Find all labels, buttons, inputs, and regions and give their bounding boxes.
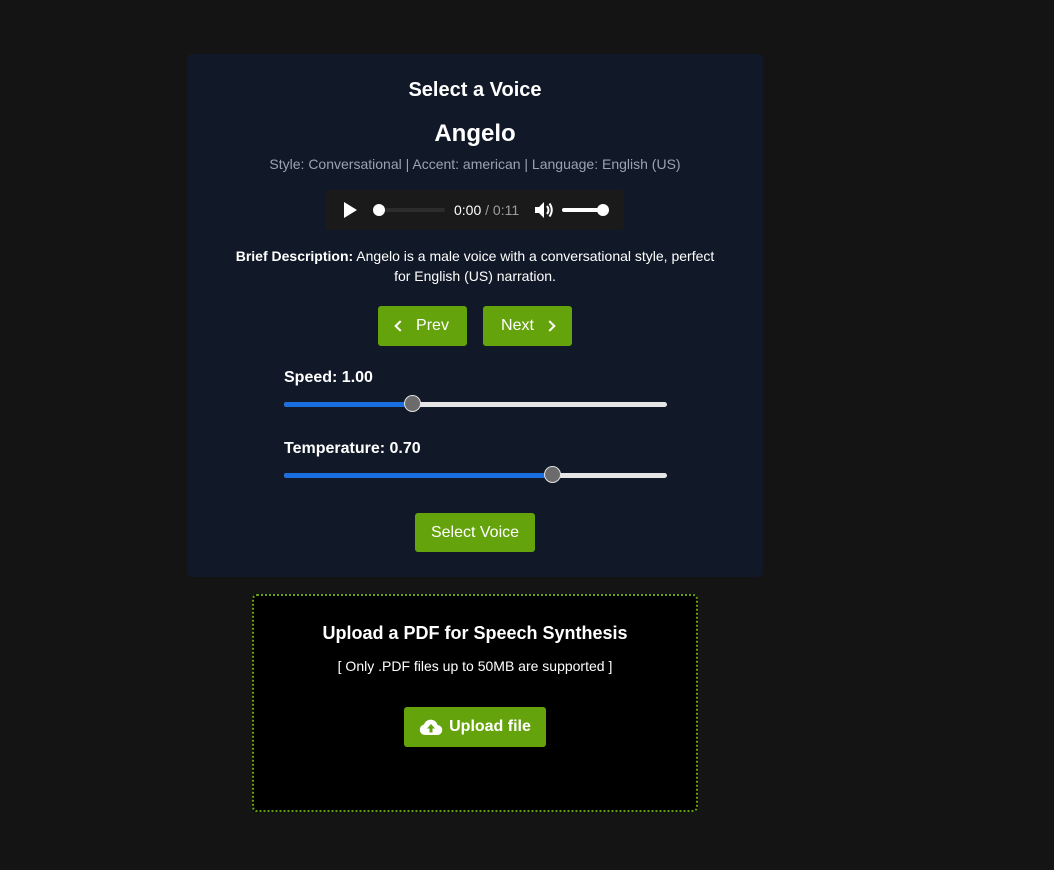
chevron-left-icon — [394, 320, 406, 332]
pdf-upload-dropzone[interactable]: Upload a PDF for Speech Synthesis [ Only… — [252, 594, 698, 812]
description-text: Angelo is a male voice with a conversati… — [353, 248, 715, 284]
audio-progress-track[interactable] — [379, 208, 445, 212]
upload-title: Upload a PDF for Speech Synthesis — [322, 623, 628, 643]
chevron-right-icon — [544, 320, 556, 332]
temperature-slider[interactable] — [284, 466, 667, 483]
speed-slider-fill — [284, 402, 412, 407]
upload-file-label: Upload file — [449, 718, 531, 735]
volume-icon[interactable] — [534, 201, 554, 219]
description-label: Brief Description: — [235, 248, 354, 264]
upload-file-button[interactable]: Upload file — [404, 707, 546, 747]
speed-slider-thumb[interactable] — [403, 395, 421, 412]
audio-time: 0:00 / 0:11 — [454, 202, 519, 218]
play-button[interactable] — [344, 202, 357, 218]
speed-label: Speed: 1.00 — [284, 369, 373, 386]
temperature-slider-thumb[interactable] — [544, 466, 562, 483]
panel-title: Select a Voice — [408, 79, 542, 101]
upload-note: [ Only .PDF files up to 50MB are support… — [337, 658, 613, 674]
prev-label: Prev — [416, 317, 449, 334]
speed-slider[interactable] — [284, 395, 667, 412]
next-button[interactable]: Next — [483, 306, 572, 346]
next-label: Next — [501, 317, 534, 334]
audio-progress-thumb[interactable] — [373, 204, 385, 216]
voice-meta: Style: Conversational | Accent: american… — [269, 156, 681, 172]
voice-name: Angelo — [434, 120, 516, 147]
temperature-label: Temperature: 0.70 — [284, 440, 421, 457]
voice-description: Brief Description: Angelo is a male voic… — [231, 246, 719, 286]
audio-duration: / 0:11 — [485, 202, 520, 218]
audio-player: 0:00 / 0:11 — [325, 190, 624, 230]
cloud-upload-icon — [419, 718, 443, 736]
volume-thumb[interactable] — [597, 204, 609, 216]
audio-current-time: 0:00 — [454, 202, 482, 218]
voice-selection-panel: Select a Voice Angelo Style: Conversatio… — [187, 54, 763, 577]
temperature-slider-fill — [284, 473, 553, 478]
prev-button[interactable]: Prev — [378, 306, 467, 346]
select-voice-button[interactable]: Select Voice — [415, 513, 535, 552]
